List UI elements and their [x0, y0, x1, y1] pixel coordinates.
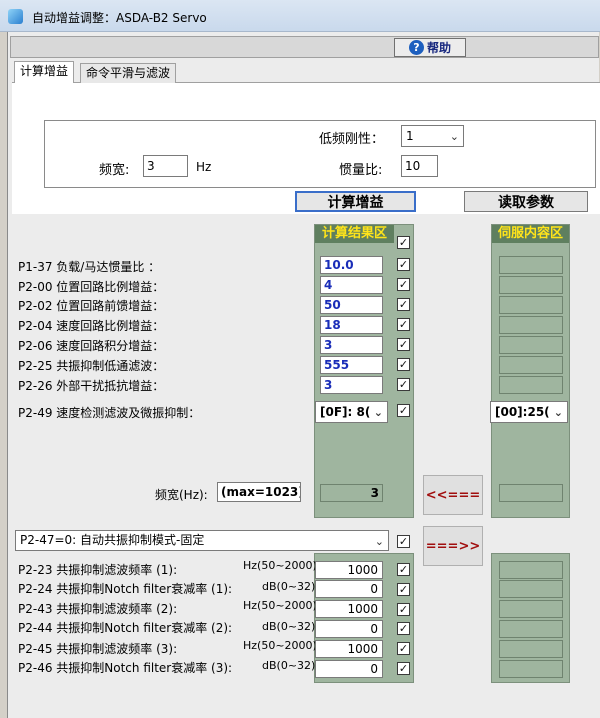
freq-label: 频宽(Hz):: [155, 488, 208, 502]
calc-gain-button[interactable]: 计算增益: [295, 191, 416, 212]
resonance-checkbox[interactable]: ✓: [397, 563, 410, 576]
servo-value-box: [499, 356, 563, 374]
resonance-unit: dB(0~32): [262, 659, 316, 672]
calc-header-checkbox[interactable]: ✓: [397, 236, 410, 249]
param-value[interactable]: 555: [320, 356, 383, 374]
resonance-value[interactable]: 0: [315, 580, 383, 598]
servo-value-box: [499, 660, 563, 678]
param-label: P2-06 速度回路积分增益：: [18, 339, 165, 353]
servo-value-box: [499, 336, 563, 354]
resonance-checkbox[interactable]: ✓: [397, 642, 410, 655]
servo-value-box: [499, 580, 563, 598]
param-label: P2-02 位置回路前馈增益：: [18, 299, 165, 313]
help-icon: ?: [408, 40, 424, 55]
servo-value-box: [499, 296, 563, 314]
resonance-unit: Hz(50~2000): [243, 559, 317, 572]
resonance-unit: dB(0~32): [262, 580, 316, 593]
write-to-servo-button[interactable]: ===>>: [423, 526, 483, 566]
param-value[interactable]: 3: [320, 336, 383, 354]
resonance-label: P2-46 共振抑制Notch filter衰减率 (3):: [18, 661, 233, 675]
param-checkbox[interactable]: ✓: [397, 278, 410, 291]
chevron-down-icon: ⌄: [553, 406, 563, 419]
param-value[interactable]: 4: [320, 276, 383, 294]
tab-calc-gain[interactable]: 计算增益: [14, 61, 75, 83]
servo-value-box: [499, 640, 563, 658]
param-value[interactable]: 18: [320, 316, 383, 334]
toolbar-strip: [10, 36, 599, 58]
bandwidth-label: 频宽:: [99, 163, 130, 178]
resonance-checkbox[interactable]: ✓: [397, 583, 410, 596]
help-label: 帮助: [426, 41, 451, 55]
param-checkbox[interactable]: ✓: [397, 298, 410, 311]
param-label: P2-25 共振抑制低通滤波：: [18, 359, 165, 373]
resonance-label: P2-23 共振抑制滤波频率 (1):: [18, 563, 178, 577]
freq-max-box: (max=1023): [217, 482, 301, 502]
freq-value: 3: [320, 484, 383, 502]
servo-value-box: [499, 600, 563, 618]
param-value[interactable]: 10.0: [320, 256, 383, 274]
servo-value-box: [499, 276, 563, 294]
chevron-down-icon: ⌄: [449, 130, 459, 143]
resonance-label: P2-43 共振抑制滤波频率 (2):: [18, 602, 178, 616]
resonance-unit: Hz(50~2000): [243, 639, 317, 652]
calc-result-header: 计算结果区: [315, 225, 394, 243]
param-value[interactable]: 3: [320, 376, 383, 394]
param-checkbox[interactable]: ✓: [397, 338, 410, 351]
p249-checkbox[interactable]: ✓: [397, 404, 410, 417]
stiffness-value: 1: [406, 129, 414, 143]
param-checkbox[interactable]: ✓: [397, 318, 410, 331]
resonance-unit: dB(0~32): [262, 620, 316, 633]
window-title: 自动增益调整：ASDA-B2 Servo: [32, 11, 207, 25]
copy-to-calc-button[interactable]: <<===: [423, 475, 483, 515]
resonance-label: P2-24 共振抑制Notch filter衰减率 (1):: [18, 582, 233, 596]
p249-servo-select[interactable]: [00]:25( ⌄: [490, 401, 568, 423]
servo-value-box: [499, 376, 563, 394]
p249-calc-value: [0F]: 8(: [320, 405, 371, 419]
param-label: P1-37 负载/马达惯量比 ：: [18, 260, 161, 274]
resonance-unit: Hz(50~2000): [243, 599, 317, 612]
servo-value-box: [499, 316, 563, 334]
servo-freq-box: [499, 484, 563, 502]
resonance-label: P2-44 共振抑制Notch filter衰减率 (2):: [18, 621, 233, 635]
servo-value-box: [499, 620, 563, 638]
inertia-label: 惯量比:: [339, 163, 383, 178]
chevron-down-icon: ⌄: [373, 406, 383, 419]
p247-checkbox[interactable]: ✓: [397, 535, 410, 548]
p247-mode-value: P2-47=0: 自动共振抑制模式-固定: [20, 533, 205, 547]
bandwidth-input[interactable]: 3: [143, 155, 188, 177]
p249-calc-select[interactable]: [0F]: 8( ⌄: [315, 401, 388, 423]
servo-content-header: 伺服内容区: [492, 225, 569, 243]
servo-value-box: [499, 256, 563, 274]
resonance-value[interactable]: 0: [315, 620, 383, 638]
resonance-value[interactable]: 1000: [315, 561, 383, 579]
read-params-button[interactable]: 读取参数: [464, 191, 588, 212]
chevron-down-icon: ⌄: [374, 535, 384, 548]
p249-label: P2-49 速度检测滤波及微振抑制：: [18, 406, 201, 420]
resonance-checkbox[interactable]: ✓: [397, 662, 410, 675]
help-button[interactable]: ? 帮助: [394, 38, 466, 57]
stiffness-select[interactable]: 1 ⌄: [401, 125, 464, 147]
bandwidth-unit: Hz: [196, 160, 212, 174]
resonance-checkbox[interactable]: ✓: [397, 622, 410, 635]
param-label: P2-04 速度回路比例增益：: [18, 319, 165, 333]
param-label: P2-26 外部干扰抵抗增益：: [18, 379, 165, 393]
servo-value-box: [499, 561, 563, 579]
resonance-checkbox[interactable]: ✓: [397, 603, 410, 616]
param-checkbox[interactable]: ✓: [397, 358, 410, 371]
tab-smoothing-filter[interactable]: 命令平滑与滤波: [80, 63, 177, 83]
param-checkbox[interactable]: ✓: [397, 258, 410, 271]
stiffness-label: 低频刚性：: [319, 132, 385, 147]
resonance-value[interactable]: 0: [315, 660, 383, 678]
p247-mode-select[interactable]: P2-47=0: 自动共振抑制模式-固定 ⌄: [15, 530, 389, 551]
app-icon: [8, 9, 23, 24]
resonance-value[interactable]: 1000: [315, 600, 383, 618]
param-label: P2-00 位置回路比例增益：: [18, 280, 165, 294]
param-value[interactable]: 50: [320, 296, 383, 314]
p249-servo-value: [00]:25(: [495, 405, 550, 419]
resonance-value[interactable]: 1000: [315, 640, 383, 658]
resonance-label: P2-45 共振抑制滤波频率 (3):: [18, 642, 178, 656]
inertia-input[interactable]: 10: [401, 155, 438, 177]
param-checkbox[interactable]: ✓: [397, 378, 410, 391]
